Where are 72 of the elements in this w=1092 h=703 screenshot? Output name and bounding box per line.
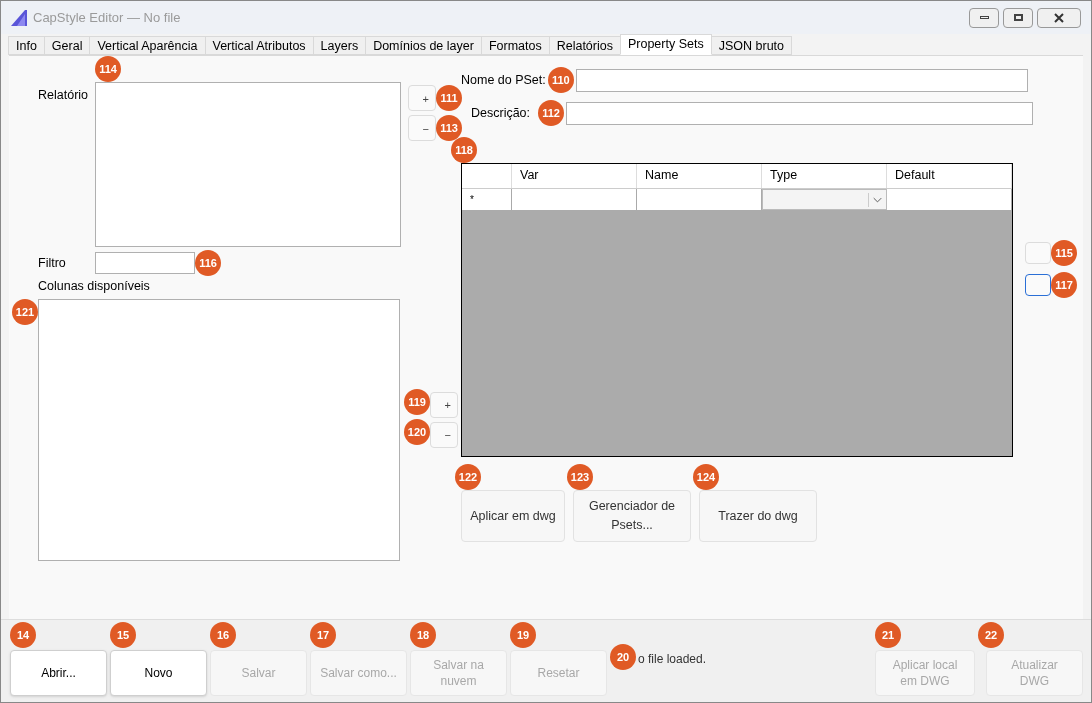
number-badge: 113 — [436, 115, 462, 141]
action-button[interactable]: Aplicar em dwg — [461, 490, 565, 542]
number-badge: 116 — [195, 250, 221, 276]
column-header[interactable]: Type — [762, 164, 887, 188]
small-button[interactable]: + — [430, 391, 458, 418]
column-header[interactable]: Default — [887, 164, 1012, 188]
corner-cell — [462, 164, 512, 188]
number-badge: 120 — [404, 418, 430, 445]
description-field[interactable] — [566, 101, 1034, 125]
number-badge: 22 — [978, 622, 1004, 648]
small-button[interactable] — [1025, 274, 1051, 296]
number-badge: 124 — [693, 464, 719, 490]
table-cell[interactable] — [637, 189, 762, 210]
number-badge: 115 — [1051, 240, 1077, 266]
tab[interactable]: JSON bruto — [710, 36, 792, 55]
window-title: CapStyle Editor — No file — [33, 8, 181, 27]
number-badge: 123 — [567, 464, 593, 490]
number-badge: 20 — [610, 644, 636, 670]
number-badge: 21 — [875, 622, 901, 648]
tab[interactable]: Vertical Atributos — [204, 36, 314, 55]
tab[interactable]: Formatos — [480, 36, 550, 55]
field-label: Descrição: — [471, 104, 531, 122]
number-badge: 19 — [510, 622, 536, 648]
number-badge: 16 — [210, 622, 236, 648]
table-cell[interactable] — [887, 189, 1012, 210]
maximize-button[interactable] — [1003, 7, 1033, 28]
column-header[interactable]: Var — [512, 164, 637, 188]
number-badge: 14 — [10, 622, 36, 648]
action-button[interactable]: Gerenciador de Psets... — [573, 490, 691, 542]
small-button[interactable]: − — [408, 115, 436, 141]
filter-field[interactable] — [95, 252, 195, 274]
number-badge: 121 — [12, 298, 38, 325]
tab[interactable]: Relatórios — [548, 36, 621, 55]
table-cell[interactable] — [512, 189, 637, 210]
number-badge: 114 — [95, 56, 121, 82]
column-header[interactable]: Name — [637, 164, 762, 188]
minimize-icon — [979, 16, 989, 19]
tab[interactable]: Layers — [312, 36, 367, 55]
number-badge: 17 — [310, 622, 336, 648]
footer-button[interactable]: Abrir... — [10, 650, 107, 696]
minimize-button[interactable] — [969, 7, 999, 28]
new-row-marker: * — [462, 189, 512, 210]
field-label: Nome do PSet: — [461, 71, 546, 89]
tab[interactable]: Property Sets — [619, 34, 712, 55]
number-badge: 119 — [404, 388, 430, 415]
tab[interactable]: Geral — [43, 36, 91, 55]
number-badge: 18 — [410, 622, 436, 648]
number-badge: 118 — [451, 137, 477, 163]
field-label: Relatório — [38, 87, 90, 104]
logo-icon — [11, 9, 29, 26]
type-dropdown[interactable] — [762, 189, 887, 210]
small-button[interactable]: − — [430, 421, 458, 448]
small-button[interactable]: + — [408, 85, 436, 111]
property-grid[interactable]: Var Name Type Default * — [461, 163, 1013, 457]
tab[interactable]: Domínios de layer — [365, 36, 482, 55]
field-label: Filtro — [38, 254, 67, 272]
tab[interactable]: Vertical Aparência — [89, 36, 206, 55]
close-button[interactable] — [1037, 7, 1081, 28]
number-badge: 110 — [547, 67, 574, 93]
footer-button[interactable]: Novo — [110, 650, 207, 696]
restore-icon — [1013, 14, 1023, 21]
field-label: Colunas disponíveis — [38, 278, 151, 295]
status-text: o file loaded. — [638, 651, 707, 668]
number-badge: 122 — [455, 464, 481, 490]
number-badge: 112 — [538, 100, 565, 126]
number-badge: 117 — [1051, 272, 1077, 298]
number-badge: 15 — [110, 622, 136, 648]
number-badge: 111 — [436, 85, 462, 111]
action-button[interactable]: Trazer do dwg — [699, 490, 817, 542]
pset-name-field[interactable] — [575, 68, 1028, 92]
tab[interactable]: Info — [8, 36, 45, 55]
close-icon — [1054, 12, 1064, 23]
